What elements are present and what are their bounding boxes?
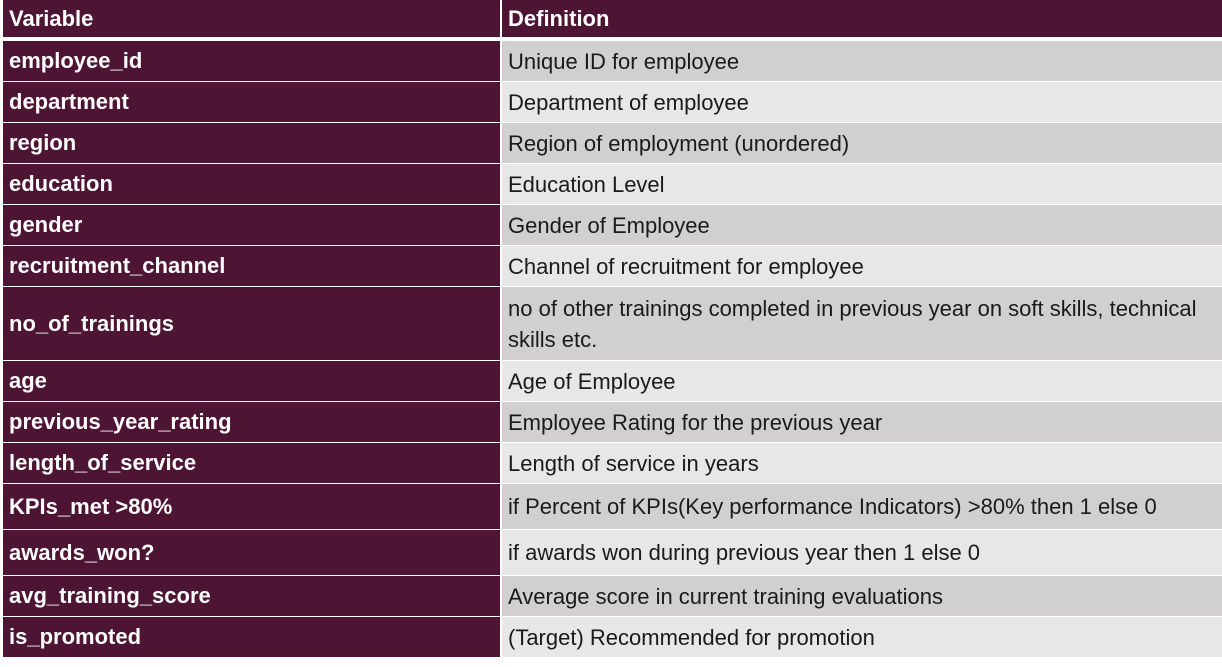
definition-cell: Unique ID for employee [502,41,1222,81]
table-row: no_of_trainings no of other trainings co… [3,287,1222,361]
definition-cell: Gender of Employee [502,205,1222,245]
definition-cell: if awards won during previous year then … [502,530,1222,575]
definition-cell: Length of service in years [502,443,1222,483]
table-row: age Age of Employee [3,361,1222,402]
table-row: education Education Level [3,164,1222,205]
definition-cell: Employee Rating for the previous year [502,402,1222,442]
table-row: avg_training_score Average score in curr… [3,576,1222,617]
table-header-row: Variable Definition [3,0,1222,41]
variable-cell: is_promoted [3,617,502,657]
variable-cell: department [3,82,502,122]
definition-cell: no of other trainings completed in previ… [502,287,1222,360]
variable-cell: employee_id [3,41,502,81]
definition-cell: if Percent of KPIs(Key performance Indic… [502,484,1222,529]
header-variable: Variable [3,0,502,37]
definition-cell: Age of Employee [502,361,1222,401]
definition-cell: Education Level [502,164,1222,204]
definition-cell: Department of employee [502,82,1222,122]
variable-cell: KPIs_met >80% [3,484,502,529]
definition-cell: Region of employment (unordered) [502,123,1222,163]
variable-cell: gender [3,205,502,245]
table-row: department Department of employee [3,82,1222,123]
table-row: KPIs_met >80% if Percent of KPIs(Key per… [3,484,1222,530]
table-row: gender Gender of Employee [3,205,1222,246]
variable-cell: region [3,123,502,163]
table-row: length_of_service Length of service in y… [3,443,1222,484]
table-row: employee_id Unique ID for employee [3,41,1222,82]
table-row: recruitment_channel Channel of recruitme… [3,246,1222,287]
definition-cell: Average score in current training evalua… [502,576,1222,616]
table-row: is_promoted (Target) Recommended for pro… [3,617,1222,658]
variable-cell: previous_year_rating [3,402,502,442]
variable-definition-table: Variable Definition employee_id Unique I… [3,0,1222,658]
variable-cell: education [3,164,502,204]
variable-cell: age [3,361,502,401]
variable-cell: awards_won? [3,530,502,575]
variable-cell: recruitment_channel [3,246,502,286]
definition-cell: (Target) Recommended for promotion [502,617,1222,657]
variable-cell: no_of_trainings [3,287,502,360]
definition-cell: Channel of recruitment for employee [502,246,1222,286]
table-row: region Region of employment (unordered) [3,123,1222,164]
header-definition: Definition [502,0,1222,37]
table-row: awards_won? if awards won during previou… [3,530,1222,576]
table-row: previous_year_rating Employee Rating for… [3,402,1222,443]
variable-cell: length_of_service [3,443,502,483]
variable-cell: avg_training_score [3,576,502,616]
